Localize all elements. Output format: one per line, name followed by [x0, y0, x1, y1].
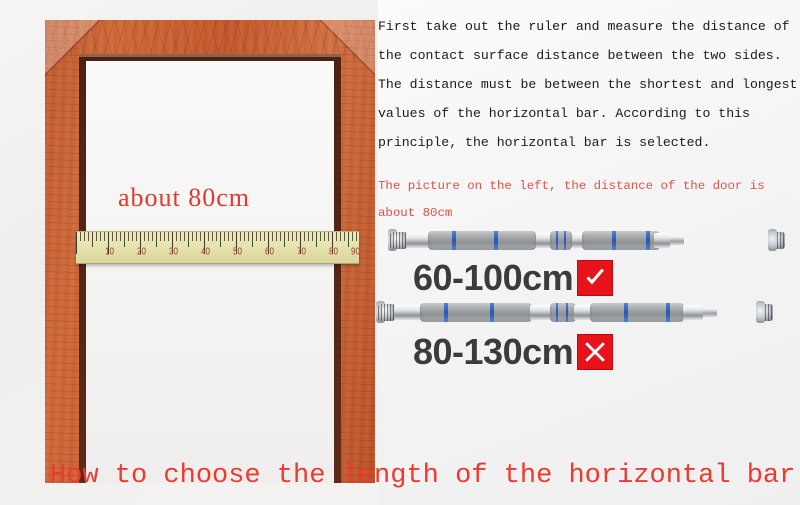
bar-blue-ring: [490, 303, 494, 322]
pullup-bar-product-2: [376, 300, 773, 324]
tape-label: 30: [169, 245, 178, 258]
bar-blue-ring: [612, 231, 616, 250]
product-2-size-row: 80-130cm: [413, 331, 614, 372]
tape-label: 80: [329, 245, 338, 258]
red-note-line: about 80cm: [378, 206, 453, 220]
cross-icon: [577, 334, 614, 370]
tape-label: 40: [201, 245, 210, 258]
bar-grip: [420, 303, 532, 322]
bar-blue-ring: [564, 231, 566, 250]
tape-label: 50: [233, 245, 242, 258]
bar-blue-ring: [452, 231, 456, 250]
tape-measure: 10 20 30 40 50 60 70 80 90: [76, 231, 359, 264]
bar-blue-ring: [556, 303, 558, 322]
red-note: The picture on the left, the distance of…: [378, 173, 788, 227]
bar-collar: [530, 305, 552, 320]
instructions-line: the contact surface distance between the…: [378, 48, 782, 63]
door-photo-panel: about 80cm 10 20 30 40 50 60 70 80 90: [0, 0, 378, 505]
red-note-line: The picture on the left, the distance of…: [378, 179, 765, 193]
instructions-panel: First take out the ruler and measure the…: [376, 0, 800, 505]
tape-label: 10: [105, 245, 114, 258]
bar-blue-ring: [494, 231, 498, 250]
tape-label: 20: [137, 245, 146, 258]
tape-number-labels: 10 20 30 40 50 60 70 80 90: [76, 245, 359, 263]
pullup-bar-graphic: [376, 300, 773, 324]
instructions-paragraph: First take out the ruler and measure the…: [378, 12, 798, 157]
bar-center-grip: [550, 231, 572, 250]
instructions-line: The distance must be between the shortes…: [378, 77, 798, 92]
pullup-bar-product-1: [388, 228, 785, 252]
door-reveal-highlight: [79, 54, 341, 57]
bar-end-cap-left: [390, 232, 407, 249]
instructions-line: principle, the horizontal bar is selecte…: [378, 135, 711, 150]
product-1-size-row: 60-100cm: [413, 257, 614, 298]
product-2-size-label: 80-130cm: [413, 331, 574, 372]
doorway-opening: [86, 61, 334, 483]
bar-collar: [394, 305, 422, 320]
bar-collar: [406, 233, 430, 248]
check-icon: [577, 260, 614, 296]
tape-label: 90: [351, 245, 359, 258]
bar-blue-ring: [444, 303, 448, 322]
infographic-page: about 80cm 10 20 30 40 50 60 70 80 90 Fi…: [0, 0, 800, 505]
bar-blue-ring: [566, 303, 568, 322]
instructions-line: First take out the ruler and measure the…: [378, 19, 790, 34]
bar-end-pad-right: [768, 229, 777, 251]
page-headline: How to choose the length of the horizont…: [50, 461, 796, 491]
bar-grip: [428, 231, 536, 250]
instructions-line: values of the horizontal bar. According …: [378, 106, 750, 121]
pullup-bar-graphic: [388, 228, 785, 252]
bar-center-grip: [550, 303, 576, 322]
bar-end-cap-left: [378, 304, 395, 321]
tape-label: 70: [297, 245, 306, 258]
bar-end-pad-right: [756, 301, 765, 323]
bar-collar: [683, 305, 703, 320]
bar-blue-ring: [646, 231, 650, 250]
bar-blue-ring: [624, 303, 628, 322]
bar-blue-ring: [556, 231, 558, 250]
bar-blue-ring: [666, 303, 670, 322]
door-width-caption: about 80cm: [118, 183, 251, 212]
product-1-size-label: 60-100cm: [413, 257, 574, 298]
bar-collar: [654, 233, 670, 248]
tape-label: 60: [265, 245, 274, 258]
